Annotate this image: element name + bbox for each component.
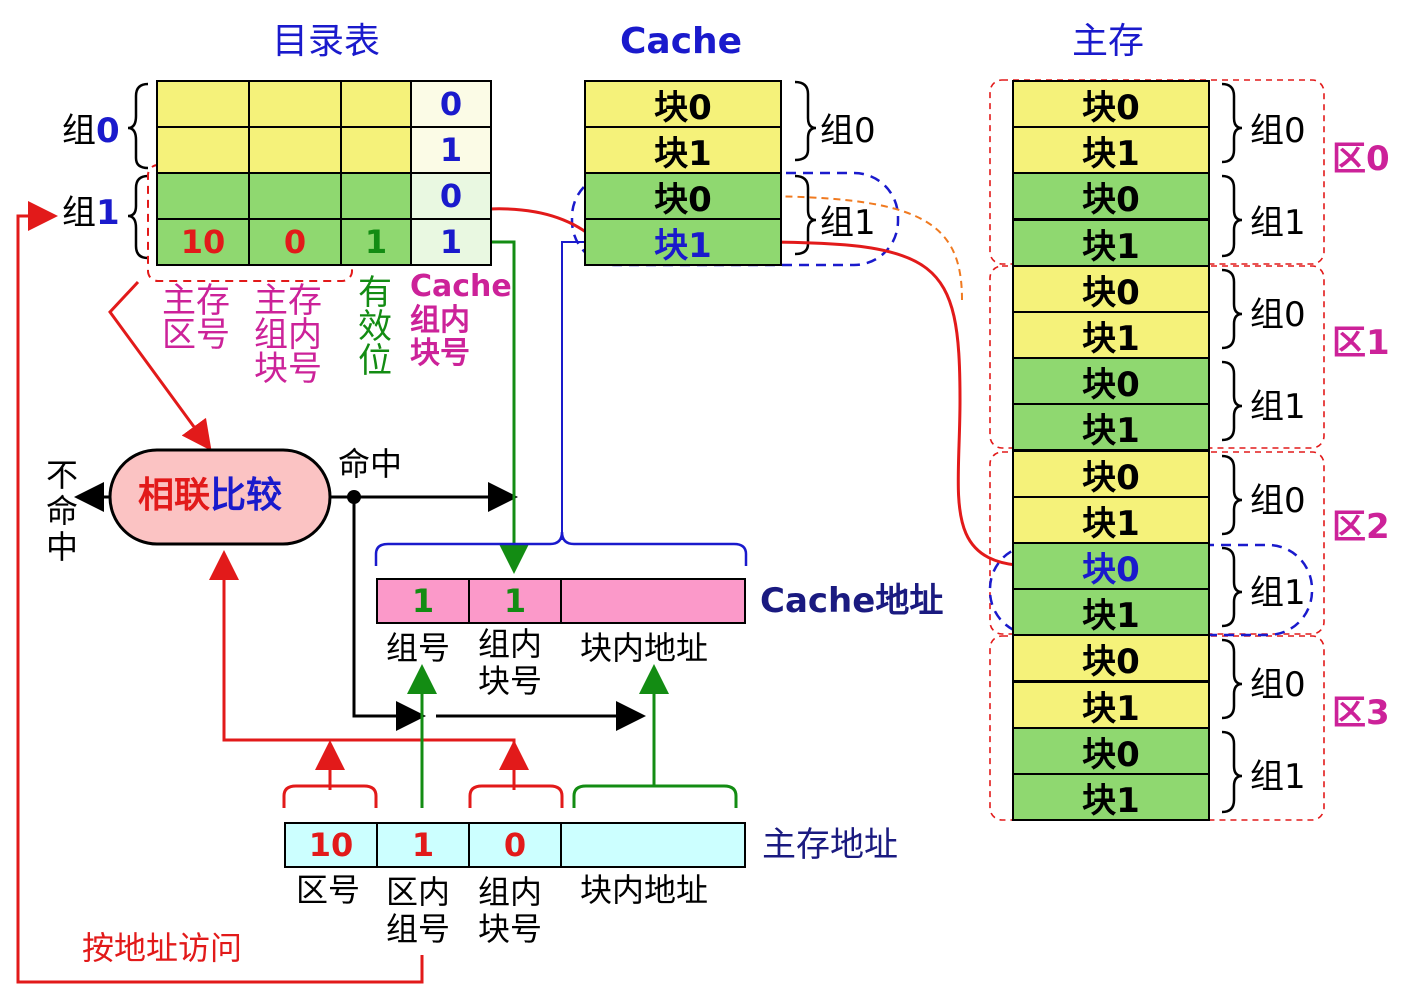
zone-label: 区0 xyxy=(1332,139,1390,179)
mem-group-label: 组0 xyxy=(1250,665,1306,705)
main-address-offset-field xyxy=(560,822,746,868)
dir-cell xyxy=(340,172,412,220)
dir-valid-cell: 1 xyxy=(340,218,412,266)
dir-cell xyxy=(340,80,412,128)
memory-block: 块0 xyxy=(1012,727,1210,775)
mem-group-label: 组1 xyxy=(1250,203,1306,243)
cache-block-highlighted: 块1 xyxy=(584,218,782,266)
main-address-label: 块内地址 xyxy=(580,871,709,909)
memory-block: 块1 xyxy=(1012,773,1210,821)
memory-block: 块0 xyxy=(1012,265,1210,313)
cache-title: Cache xyxy=(620,21,743,62)
memory-block: 块1 xyxy=(1012,219,1210,267)
memory-block: 块1 xyxy=(1012,496,1210,544)
memory-block: 块0 xyxy=(1012,80,1210,128)
dir-group1-label: 组1 xyxy=(62,193,120,233)
dir-zone-cell: 10 xyxy=(156,218,250,266)
cache-group0-label: 组0 xyxy=(820,111,876,151)
cache-address-label: 组内 块号 xyxy=(478,625,543,700)
cache-group1-label: 组1 xyxy=(820,203,876,243)
cache-block: 块1 xyxy=(584,126,782,174)
memory-block: 块1 xyxy=(1012,588,1210,636)
cache-mapping-diagram: 目录表 Cache 主存 0 1 0 10 0 1 1 组0 组1 主存 区号 … xyxy=(0,0,1420,995)
dir-col-zone-label: 主存 区号 xyxy=(162,281,230,355)
main-address-block-field: 0 xyxy=(468,822,562,868)
zone-label: 区3 xyxy=(1332,693,1390,733)
cache-address-block-field: 1 xyxy=(468,578,562,624)
dir-cache-block-cell: 0 xyxy=(410,172,492,220)
hit-label: 命中 xyxy=(338,445,403,483)
main-address-label: 区内 组号 xyxy=(386,873,451,948)
cache-address-group-field: 1 xyxy=(376,578,470,624)
dir-col-inblock-label: 主存 组内 块号 xyxy=(254,281,322,389)
dir-cell xyxy=(248,126,342,174)
dir-col-cache-block-label: Cache 组内 块号 xyxy=(410,269,512,372)
dir-cell xyxy=(248,80,342,128)
main-address-title: 主存地址 xyxy=(762,825,898,865)
dir-cell xyxy=(156,126,250,174)
main-address-zone-field: 10 xyxy=(284,822,378,868)
mem-group-label: 组1 xyxy=(1250,757,1306,797)
cache-address-title: Cache地址 xyxy=(760,581,944,621)
memory-block: 块0 xyxy=(1012,357,1210,405)
memory-block: 块1 xyxy=(1012,681,1210,729)
dir-cell xyxy=(156,80,250,128)
main-memory-title: 主存 xyxy=(1072,21,1145,62)
memory-block: 块0 xyxy=(1012,450,1210,498)
directory-title: 目录表 xyxy=(272,21,381,62)
main-address-label: 区号 xyxy=(296,871,361,909)
cache-block: 块0 xyxy=(584,80,782,128)
dir-group0-label: 组0 xyxy=(62,111,120,151)
dir-cell xyxy=(248,172,342,220)
mem-group-label: 组1 xyxy=(1250,573,1306,613)
memory-block-highlighted: 块0 xyxy=(1012,542,1210,590)
dir-inblock-cell: 0 xyxy=(248,218,342,266)
memory-block: 块0 xyxy=(1012,634,1210,682)
cache-address-offset-field xyxy=(560,578,746,624)
cache-address-label: 块内地址 xyxy=(580,629,709,667)
dir-cell xyxy=(156,172,250,220)
dir-cache-block-cell: 0 xyxy=(410,80,492,128)
main-address-label: 组内 块号 xyxy=(478,873,543,948)
mem-group-label: 组0 xyxy=(1250,111,1306,151)
dir-cache-block-cell: 1 xyxy=(410,218,492,266)
cache-address-label: 组号 xyxy=(386,629,451,667)
mem-group-label: 组0 xyxy=(1250,481,1306,521)
miss-label: 不 命 中 xyxy=(46,456,79,566)
memory-block: 块1 xyxy=(1012,311,1210,359)
dir-cell xyxy=(340,126,412,174)
memory-block: 块0 xyxy=(1012,172,1210,220)
dir-cache-block-cell: 1 xyxy=(410,126,492,174)
memory-block: 块1 xyxy=(1012,403,1210,451)
cache-block: 块0 xyxy=(584,172,782,220)
main-address-group-field: 1 xyxy=(376,822,470,868)
memory-block: 块1 xyxy=(1012,126,1210,174)
compare-label: 相联比较 xyxy=(138,475,283,516)
zone-label: 区2 xyxy=(1332,507,1390,547)
zone-label: 区1 xyxy=(1332,323,1390,363)
access-label: 按地址访问 xyxy=(82,929,243,967)
dir-col-valid-label: 有 效 位 xyxy=(358,273,392,381)
mem-group-label: 组1 xyxy=(1250,387,1306,427)
mem-group-label: 组0 xyxy=(1250,295,1306,335)
